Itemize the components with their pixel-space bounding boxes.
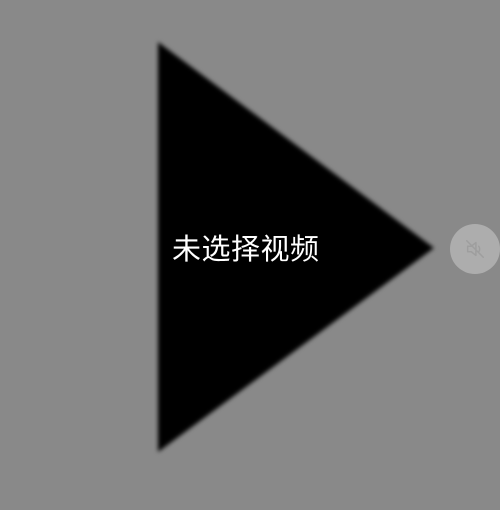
speaker-muted-icon <box>466 240 484 258</box>
video-player: 未选择视频 <box>0 0 500 510</box>
no-video-selected-label: 未选择视频 <box>172 232 320 266</box>
mute-button[interactable] <box>450 224 500 274</box>
